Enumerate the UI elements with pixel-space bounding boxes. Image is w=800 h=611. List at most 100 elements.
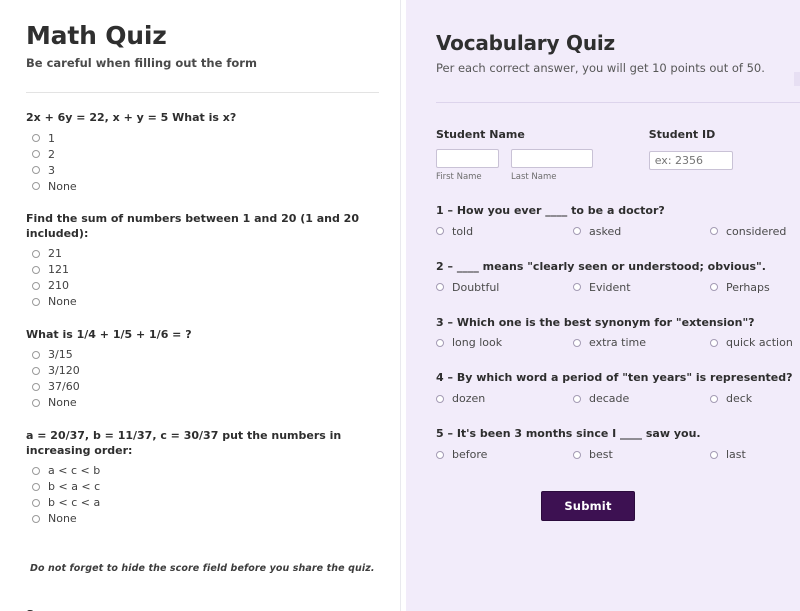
math-q3-option-3[interactable]: 37/60 — [32, 379, 376, 395]
option-label: None — [48, 512, 77, 525]
radio-icon[interactable] — [573, 394, 581, 403]
radio-icon[interactable] — [436, 450, 444, 459]
math-q2-option-1[interactable]: 21 — [32, 246, 376, 262]
radio-icon[interactable] — [710, 450, 718, 459]
option-label: b < a < c — [48, 480, 101, 493]
first-name-input[interactable] — [436, 148, 499, 168]
radio-icon[interactable] — [32, 514, 40, 523]
radio-icon[interactable] — [32, 498, 40, 507]
option-label: asked — [589, 224, 622, 238]
vocab-q5-option-2[interactable]: best — [573, 448, 710, 461]
vocab-question-2: 2 – ____ means "clearly seen or understo… — [436, 260, 800, 294]
vocab-question-3: 3 – Which one is the best synonym for "e… — [436, 316, 800, 349]
vocab-q5-option-3[interactable]: last — [710, 448, 800, 461]
vocab-q4-option-2[interactable]: decade — [573, 392, 710, 405]
radio-icon[interactable] — [32, 150, 40, 159]
math-q2-option-3[interactable]: 210 — [32, 278, 376, 294]
radio-icon[interactable] — [573, 227, 581, 236]
math-q2-option-2[interactable]: 121 — [32, 262, 376, 278]
score-label: Score — [26, 608, 376, 611]
radio-icon[interactable] — [32, 382, 40, 391]
math-q2-option-4[interactable]: None — [32, 294, 376, 310]
radio-icon[interactable] — [32, 281, 40, 290]
radio-icon[interactable] — [32, 249, 40, 258]
radio-icon[interactable] — [436, 338, 444, 347]
submit-button[interactable]: Submit — [541, 491, 635, 522]
radio-icon[interactable] — [32, 134, 40, 143]
math-question-2: Find the sum of numbers between 1 and 20… — [26, 212, 376, 310]
math-question-1: 2x + 6y = 22, x + y = 5 What is x? 1 2 3… — [26, 111, 376, 194]
radio-icon[interactable] — [32, 297, 40, 306]
math-q3-option-1[interactable]: 3/15 — [32, 347, 376, 363]
math-question-3-text: What is 1/4 + 1/5 + 1/6 = ? — [26, 327, 192, 341]
vocab-q5-option-1[interactable]: before — [436, 448, 573, 461]
option-label: None — [48, 295, 77, 309]
radio-icon[interactable] — [710, 227, 718, 236]
submit-row: Submit — [436, 491, 800, 522]
radio-icon[interactable] — [32, 350, 40, 359]
radio-icon[interactable] — [32, 466, 40, 475]
radio-icon[interactable] — [32, 182, 40, 191]
math-q1-option-1[interactable]: 1 — [32, 130, 376, 146]
vocab-question-4: 4 – By which word a period of "ten years… — [436, 371, 800, 405]
vocabulary-quiz-panel: Vocabulary Quiz Per each correct answer,… — [406, 0, 800, 611]
option-label: 3 — [48, 163, 55, 177]
math-question-2-text: Find the sum of numbers between 1 and 20… — [26, 212, 359, 241]
option-label: last — [726, 448, 746, 462]
last-name-input[interactable] — [511, 148, 593, 168]
student-id-input[interactable] — [648, 150, 733, 170]
option-label: 210 — [48, 279, 69, 293]
option-label: None — [48, 179, 77, 193]
math-quiz-title: Math Quiz — [26, 21, 167, 50]
math-q1-option-4[interactable]: None — [32, 178, 376, 194]
option-label: 1 — [48, 131, 55, 145]
vocab-q3-option-2[interactable]: extra time — [573, 336, 710, 349]
vocab-q2-option-2[interactable]: Evident — [573, 281, 710, 294]
vocab-q3-option-3[interactable]: quick action — [710, 336, 800, 349]
option-label: before — [452, 448, 488, 462]
option-label: b < c < a — [48, 496, 101, 509]
vocab-q4-option-1[interactable]: dozen — [436, 392, 573, 405]
radio-icon[interactable] — [710, 394, 718, 403]
option-label: Evident — [589, 280, 631, 294]
radio-icon[interactable] — [710, 283, 718, 292]
vocab-quiz-subtitle: Per each correct answer, you will get 10… — [436, 61, 765, 75]
math-q4-option-4[interactable]: None — [32, 511, 376, 527]
radio-icon[interactable] — [436, 394, 444, 403]
radio-icon[interactable] — [710, 338, 718, 347]
math-q4-option-3[interactable]: b < c < a — [32, 495, 376, 511]
math-q3-option-4[interactable]: None — [32, 395, 376, 411]
vocab-q4-option-3[interactable]: deck — [710, 392, 800, 405]
option-label: told — [452, 224, 474, 238]
radio-icon[interactable] — [436, 283, 444, 292]
right-edge-artifact — [794, 72, 800, 86]
vocab-q2-option-1[interactable]: Doubtful — [436, 281, 573, 294]
radio-icon[interactable] — [32, 166, 40, 175]
vocab-q1-option-2[interactable]: asked — [573, 225, 710, 238]
math-q3-option-2[interactable]: 3/120 — [32, 363, 376, 379]
vocab-q2-option-3[interactable]: Perhaps — [710, 281, 800, 294]
option-label: long look — [452, 336, 503, 350]
math-q1-option-2[interactable]: 2 — [32, 146, 376, 162]
vocab-q3-option-1[interactable]: long look — [436, 336, 573, 349]
radio-icon[interactable] — [573, 283, 581, 292]
math-q1-option-3[interactable]: 3 — [32, 162, 376, 178]
vocab-q1-option-1[interactable]: told — [436, 225, 573, 238]
radio-icon[interactable] — [436, 227, 444, 236]
option-label: 37/60 — [48, 380, 80, 394]
math-q4-option-1[interactable]: a < c < b — [32, 463, 376, 479]
radio-icon[interactable] — [32, 265, 40, 274]
radio-icon[interactable] — [573, 338, 581, 347]
math-q4-option-2[interactable]: b < a < c — [32, 479, 376, 495]
student-id-group: Student ID — [648, 128, 800, 170]
math-quiz-divider — [26, 92, 379, 94]
radio-icon[interactable] — [32, 482, 40, 491]
radio-icon[interactable] — [573, 450, 581, 459]
radio-icon[interactable] — [32, 366, 40, 375]
vocab-question-2-text: 2 – ____ means "clearly seen or understo… — [436, 259, 766, 273]
vocab-q1-option-3[interactable]: considered — [710, 225, 800, 238]
option-label: None — [48, 396, 77, 410]
option-label: considered — [726, 224, 787, 238]
radio-icon[interactable] — [32, 398, 40, 407]
math-question-3: What is 1/4 + 1/5 + 1/6 = ? 3/15 3/120 3… — [26, 328, 376, 411]
